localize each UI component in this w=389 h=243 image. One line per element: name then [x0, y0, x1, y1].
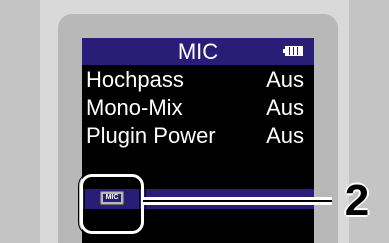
menu-item-value: Aus [266, 123, 304, 148]
menu-list: Hochpass Aus Mono-Mix Aus Plugin Power A… [82, 66, 314, 150]
menu-item-hochpass[interactable]: Hochpass Aus [82, 66, 314, 94]
menu-item-label: Hochpass [86, 67, 184, 92]
callout-line-core [143, 200, 332, 202]
menu-item-value: Aus [266, 67, 304, 92]
screen-title: MIC [177, 39, 219, 64]
battery-full-icon [283, 46, 303, 56]
callout-number: 2 [344, 176, 370, 225]
menu-item-label: Mono-Mix [86, 95, 183, 120]
menu-item-mono-mix[interactable]: Mono-Mix Aus [82, 94, 314, 122]
menu-item-value: Aus [266, 95, 304, 120]
highlight-inner-outline [84, 178, 140, 230]
menu-item-plugin-power[interactable]: Plugin Power Aus [82, 122, 314, 150]
menu-item-label: Plugin Power [86, 123, 216, 148]
